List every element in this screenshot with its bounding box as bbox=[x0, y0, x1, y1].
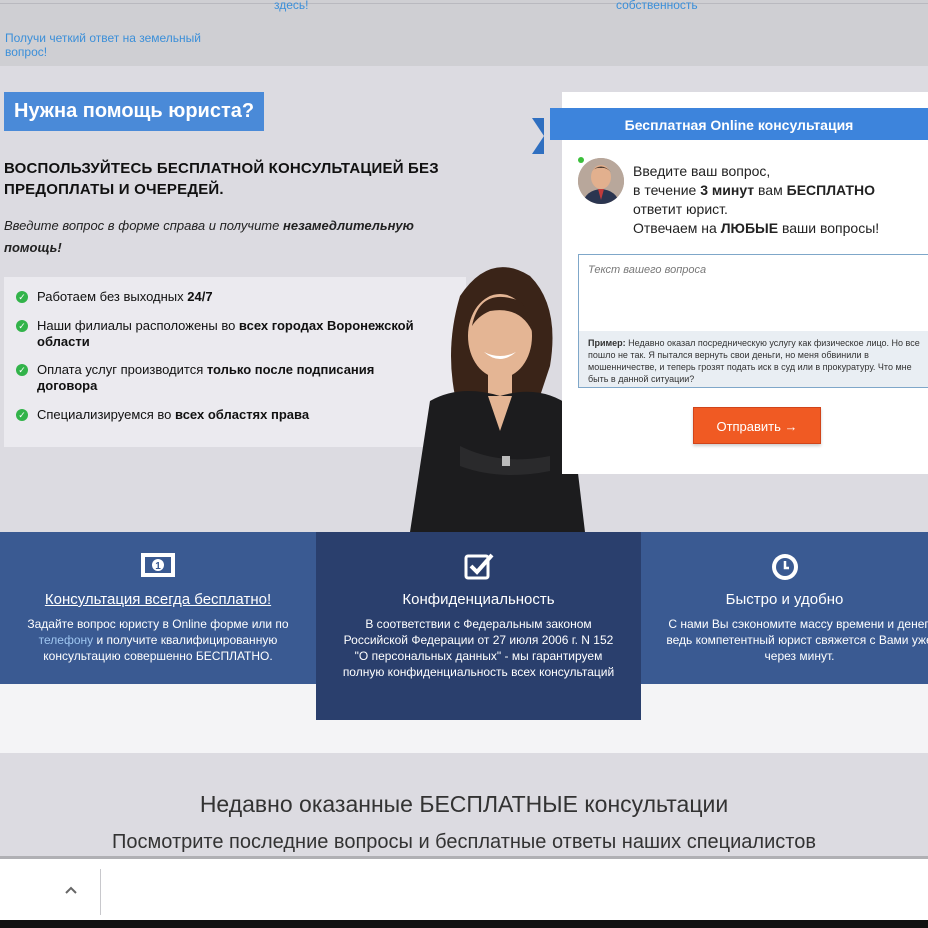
question-example: Пример: Недавно оказал посредническую ус… bbox=[579, 331, 928, 387]
lawyer-avatar-icon bbox=[578, 158, 624, 204]
recent-title: Недавно оказанные БЕСПЛАТНЫЕ консультаци… bbox=[199, 791, 729, 817]
question-placeholder: Текст вашего вопроса bbox=[588, 264, 707, 276]
top-strip: здесь! собственность Получи четкий ответ… bbox=[0, 0, 928, 66]
bottom-divider bbox=[100, 869, 101, 915]
cut-link-2[interactable]: собственность bbox=[616, 0, 698, 12]
benefit-fast: Быстро и удобно С нами Вы сэкономите мас… bbox=[641, 532, 928, 684]
check-icon: ✓ bbox=[16, 291, 28, 303]
recent-subtitle: Посмотрите последние вопросы и бесплатны… bbox=[112, 831, 816, 853]
scroll-up-button[interactable] bbox=[58, 881, 84, 901]
svg-text:1: 1 bbox=[155, 561, 161, 572]
lawyer-photo bbox=[410, 267, 585, 532]
feature-item: ✓ Специализируемся во всех областях права bbox=[16, 407, 436, 423]
check-icon: ✓ bbox=[16, 320, 28, 332]
hero-intro: Введите вопрос в форме справа и получите… bbox=[4, 218, 414, 255]
benefit-free: 1 Консультация всегда бесплатно! Задайте… bbox=[0, 532, 316, 684]
benefit-free-title: Консультация всегда бесплатно! bbox=[44, 591, 272, 608]
benefit-privacy-text: В соответствии с Федеральным законом Рос… bbox=[342, 617, 615, 679]
check-icon: ✓ bbox=[16, 409, 28, 421]
benefit-free-text: Задайте вопрос юристу в Online форме или… bbox=[27, 617, 289, 663]
bottom-bar bbox=[0, 856, 928, 920]
form-ribbon: Бесплатная Online консультация bbox=[550, 108, 928, 140]
feature-item: ✓ Наши филиалы расположены во всех города… bbox=[16, 318, 436, 350]
help-badge: Нужна помощь юриста? bbox=[4, 92, 265, 131]
ribbon-tail bbox=[532, 118, 544, 154]
features-box: ✓ Работаем без выходных 24/7 ✓ Наши филиал… bbox=[4, 277, 466, 447]
clock-icon bbox=[771, 554, 798, 580]
submit-button[interactable]: Отправить → bbox=[693, 407, 821, 444]
land-question-link[interactable]: Получи четкий ответ на земельный вопрос! bbox=[5, 31, 225, 59]
benefit-fast-title: Быстро и удобно bbox=[725, 591, 844, 608]
cut-link-1[interactable]: здесь! bbox=[274, 0, 309, 12]
money-icon: 1 bbox=[141, 553, 175, 577]
top-divider bbox=[0, 3, 928, 4]
benefit-privacy-title: Конфиденциальность bbox=[402, 591, 555, 608]
feature-item: ✓ Работаем без выходных 24/7 bbox=[16, 289, 436, 305]
form-prompt: Введите ваш вопрос, в течение 3 минут ва… bbox=[633, 163, 880, 236]
screen-edge bbox=[0, 920, 928, 928]
benefit-fast-text: С нами Вы сэкономите массу времени и ден… bbox=[666, 617, 928, 663]
question-textarea[interactable]: Текст вашего вопроса Пример: Недавно ока… bbox=[578, 254, 928, 388]
chevron-up-icon bbox=[65, 886, 77, 894]
checkbox-icon bbox=[464, 553, 493, 580]
phone-link[interactable]: телефону bbox=[39, 633, 94, 647]
benefit-privacy: Конфиденциальность В соответствии с Феде… bbox=[316, 532, 641, 720]
recent-section: Недавно оказанные БЕСПЛАТНЫЕ консультаци… bbox=[0, 753, 928, 858]
avatar bbox=[578, 158, 624, 204]
check-icon: ✓ bbox=[16, 364, 28, 376]
online-indicator bbox=[578, 157, 584, 163]
hero-headline: ВОСПОЛЬЗУЙТЕСЬ БЕСПЛАТНОЙ КОНСУЛЬТАЦИЕЙ … bbox=[4, 160, 439, 198]
feature-item: ✓ Оплата услуг производится только после … bbox=[16, 362, 436, 394]
